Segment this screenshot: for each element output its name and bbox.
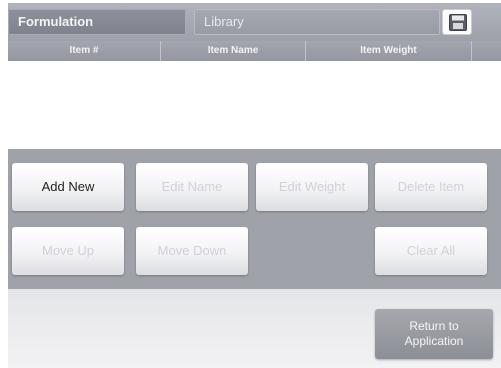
return-label-line2: Application — [404, 334, 464, 348]
move-up-button[interactable]: Move Up — [12, 227, 124, 275]
save-button[interactable] — [442, 9, 472, 35]
column-header-item-name: Item Name — [161, 41, 306, 61]
formulation-screen: Formulation Library Item # Item Name Ite… — [8, 3, 501, 368]
footer-bar: Return to Application — [8, 289, 501, 368]
column-header-item-weight: Item Weight — [306, 41, 472, 61]
return-button-label: Return to Application — [405, 319, 464, 349]
column-header-extra — [472, 41, 501, 61]
edit-name-button[interactable]: Edit Name — [136, 163, 248, 211]
table-header: Item # Item Name Item Weight — [8, 41, 501, 61]
edit-weight-button[interactable]: Edit Weight — [256, 163, 368, 211]
return-to-application-button[interactable]: Return to Application — [375, 309, 493, 359]
move-down-button[interactable]: Move Down — [136, 227, 248, 275]
clear-all-button[interactable]: Clear All — [375, 227, 487, 275]
tab-library[interactable]: Library — [194, 9, 440, 35]
items-list[interactable] — [8, 61, 501, 149]
delete-item-button[interactable]: Delete Item — [375, 163, 487, 211]
button-panel: Add New Edit Name Edit Weight Delete Ite… — [8, 149, 501, 289]
return-label-line1: Return to — [409, 319, 459, 333]
add-new-button[interactable]: Add New — [12, 163, 124, 211]
floppy-disk-icon — [449, 14, 467, 31]
column-header-item-number: Item # — [8, 41, 161, 61]
tab-formulation[interactable]: Formulation — [8, 9, 186, 35]
tab-bar: Formulation Library — [8, 3, 501, 41]
